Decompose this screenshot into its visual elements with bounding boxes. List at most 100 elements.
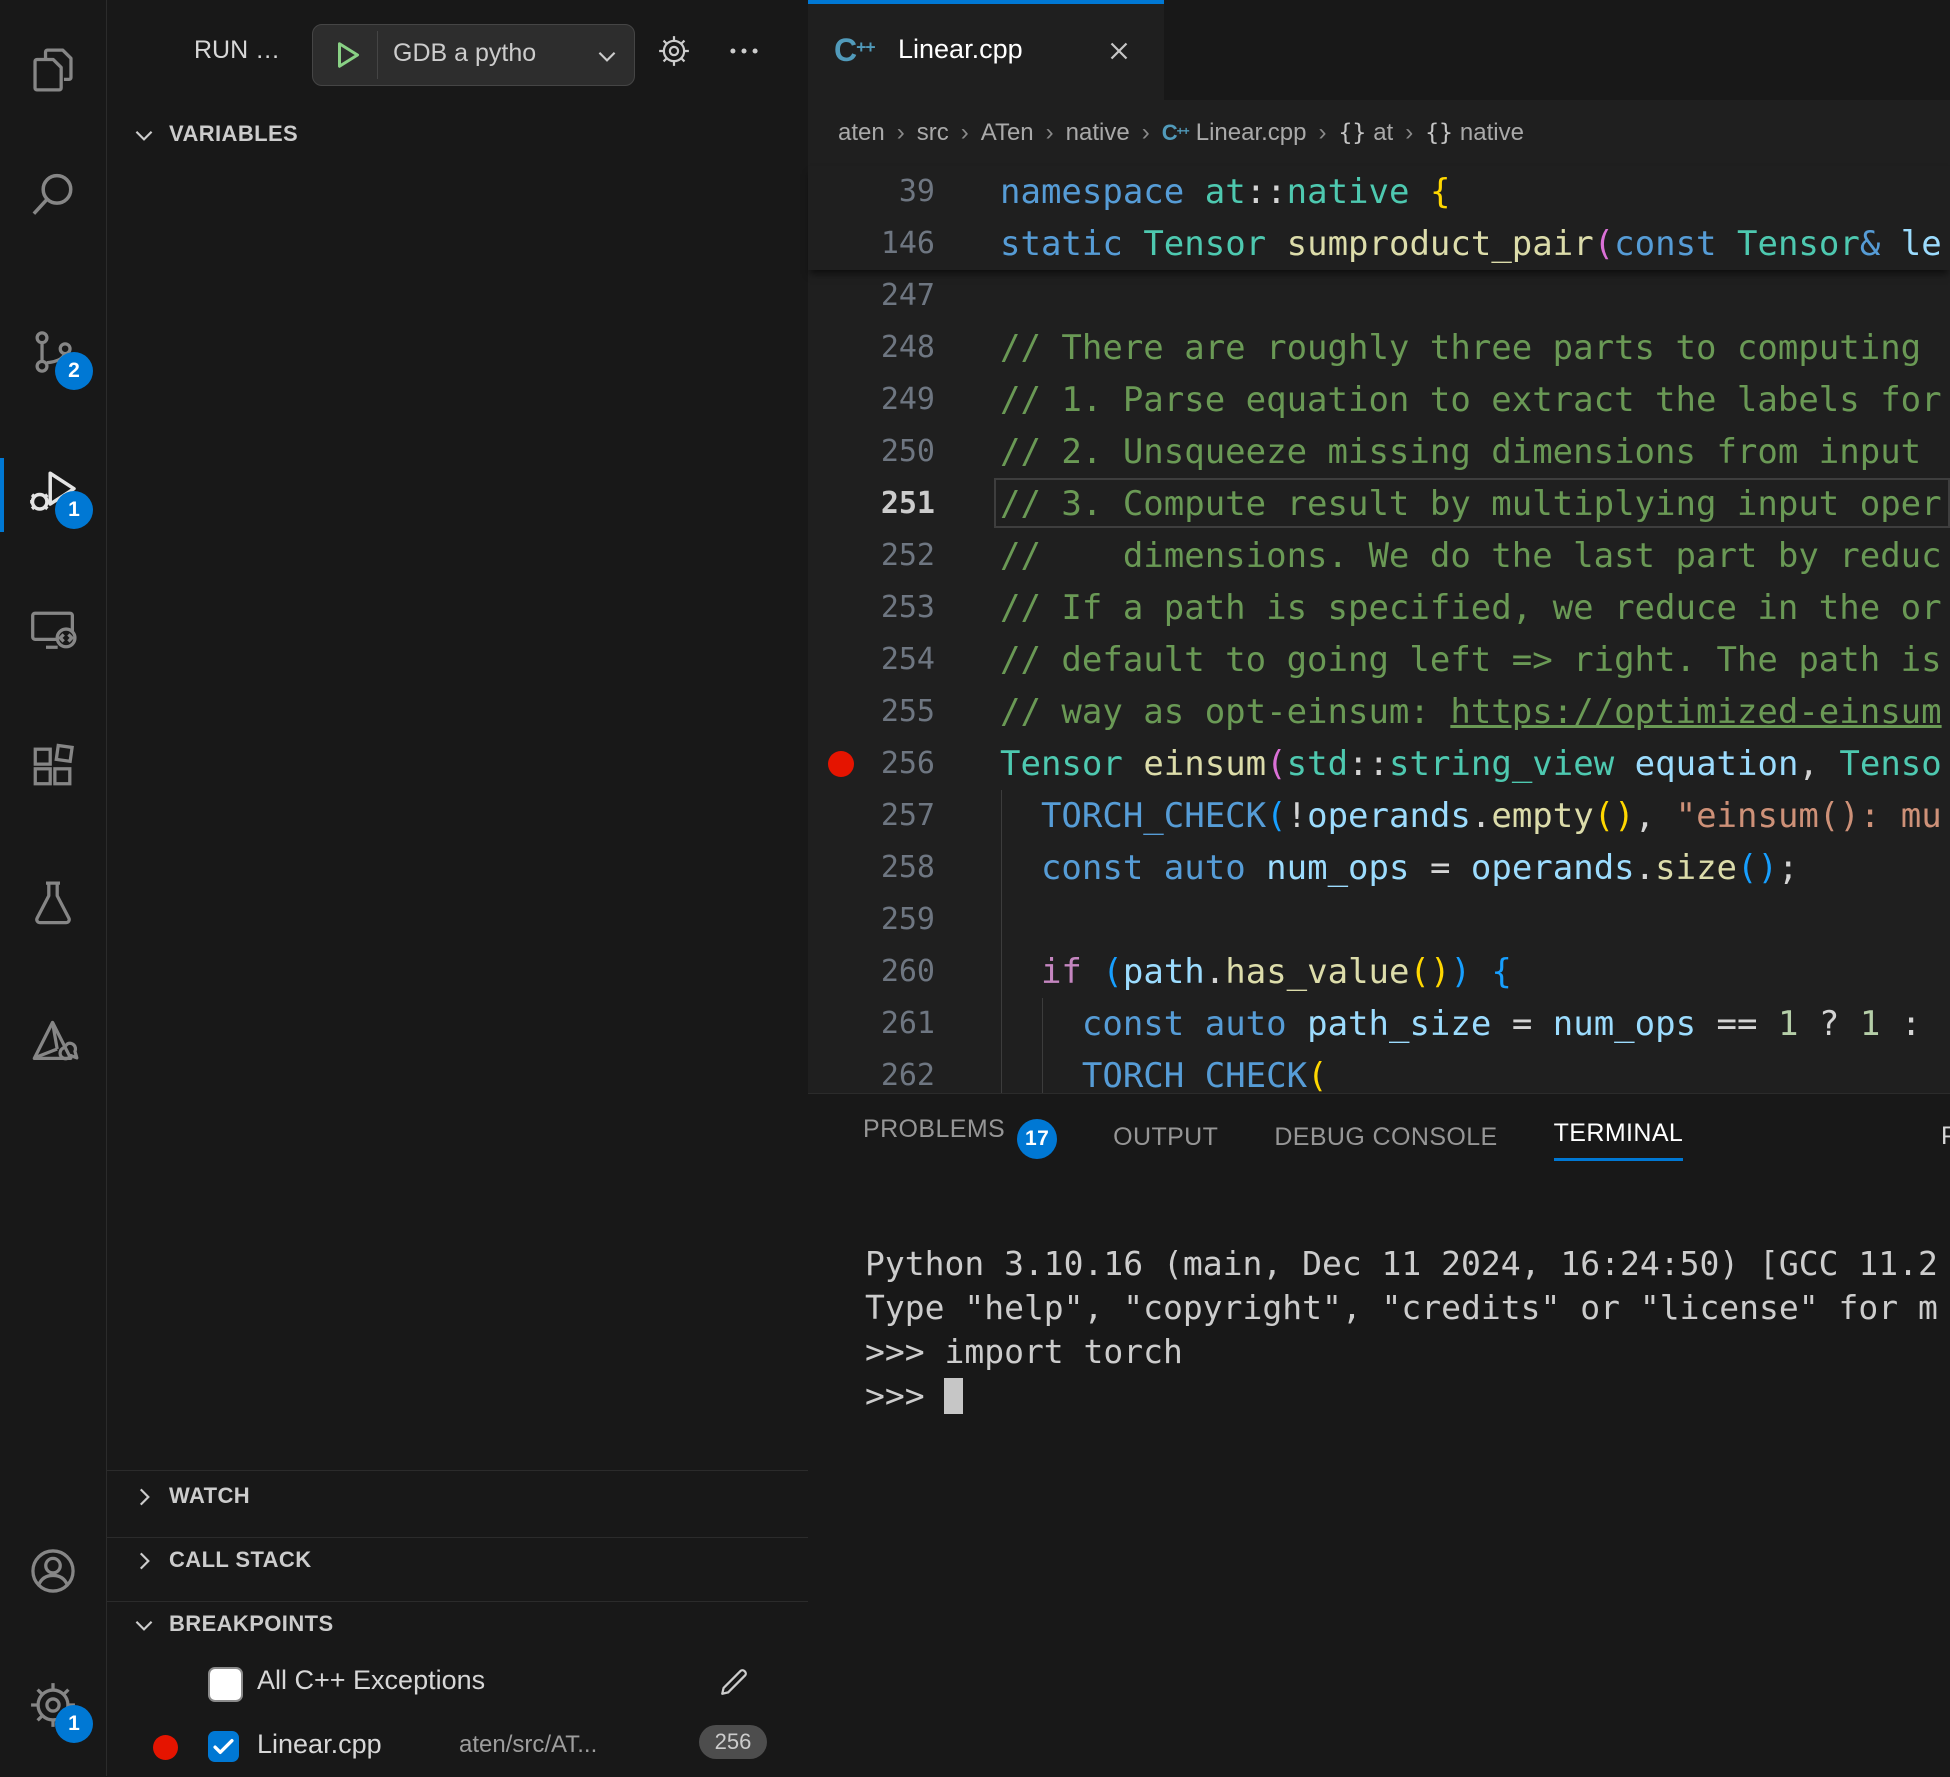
- breadcrumb-separator-icon: ›: [1142, 119, 1150, 147]
- launch-config-label: GDB a pytho: [393, 39, 591, 68]
- code-line-39[interactable]: 39namespace at::native {: [808, 166, 1950, 218]
- code-line-255[interactable]: 255 // way as opt-einsum: https://optimiz…: [808, 686, 1950, 738]
- code-line-146[interactable]: 146 static Tensor sumproduct_pair(const T…: [808, 218, 1950, 270]
- code-line-261[interactable]: 261 const auto path_size = num_ops == 1 …: [808, 998, 1950, 1050]
- editor-group: C++ Linear.cpp aten›src›ATen›native›C++L…: [808, 0, 1950, 1093]
- line-number[interactable]: 248: [808, 322, 935, 374]
- code-line-256[interactable]: 256Tensor einsum(std::string_view equati…: [808, 738, 1950, 790]
- explorer-icon: [25, 42, 81, 98]
- line-number[interactable]: 254: [808, 634, 935, 686]
- code-area[interactable]: 247248// There are roughly three parts t…: [808, 270, 1950, 1093]
- line-number[interactable]: 252: [808, 530, 935, 582]
- code-line-260[interactable]: 260 if (path.has_value()) {: [808, 946, 1950, 998]
- code-text: static Tensor sumproduct_pair(const Tens…: [1000, 218, 1942, 270]
- line-number[interactable]: 250: [808, 426, 935, 478]
- activity-source-control[interactable]: 2: [25, 324, 81, 380]
- code-line-248[interactable]: 248// There are roughly three parts to c…: [808, 322, 1950, 374]
- breadcrumb-item[interactable]: {}at: [1338, 119, 1393, 147]
- line-number[interactable]: 146: [808, 218, 935, 270]
- close-icon[interactable]: [1104, 36, 1134, 66]
- code-line-251[interactable]: 251// 3. Compute result by multiplying i…: [808, 478, 1950, 530]
- panel-tab-terminal[interactable]: TERMINAL: [1554, 1119, 1684, 1161]
- line-number[interactable]: 259: [808, 894, 935, 946]
- code-text: // 2. Unsqueeze missing dimensions from …: [1000, 426, 1942, 478]
- activity-extensions[interactable]: [25, 738, 81, 794]
- breadcrumb-item[interactable]: ATen: [981, 119, 1034, 147]
- breadcrumb-item[interactable]: aten: [838, 119, 885, 147]
- breakpoint-checkbox[interactable]: [208, 1667, 243, 1702]
- breakpoint-label: All C++ Exceptions: [257, 1665, 485, 1696]
- breadcrumb-item[interactable]: {}native: [1425, 119, 1524, 147]
- more-actions-icon[interactable]: [725, 32, 763, 70]
- breadcrumb-label: ATen: [981, 119, 1034, 147]
- line-number[interactable]: 256: [808, 738, 935, 790]
- breakpoint-row[interactable]: Linear.cppaten/src/AT...256: [107, 1719, 808, 1775]
- breadcrumb-separator-icon: ›: [961, 119, 969, 147]
- breadcrumb-separator-icon: ›: [1405, 119, 1413, 147]
- activity-explorer[interactable]: [25, 42, 81, 98]
- line-number[interactable]: 251: [808, 478, 935, 530]
- start-debug-icon[interactable]: [329, 37, 365, 73]
- activity-search[interactable]: [25, 167, 81, 223]
- chevron-down-icon: [131, 122, 157, 148]
- terminal[interactable]: Python 3.10.16 (main, Dec 11 2024, 16:24…: [865, 1242, 1938, 1418]
- launch-config-dropdown[interactable]: GDB a pytho: [312, 24, 635, 86]
- breadcrumb-item[interactable]: C++Linear.cpp: [1162, 119, 1307, 147]
- chevron-right-icon: [131, 1484, 157, 1510]
- line-number[interactable]: 260: [808, 946, 935, 998]
- section-label: CALL STACK: [169, 1547, 312, 1573]
- breadcrumb-item[interactable]: native: [1066, 119, 1130, 147]
- line-number[interactable]: 249: [808, 374, 935, 426]
- activity-testing[interactable]: [25, 875, 81, 931]
- line-number[interactable]: 261: [808, 998, 935, 1050]
- panel-tab-problems[interactable]: PROBLEMS17: [863, 1115, 1057, 1165]
- line-number[interactable]: 262: [808, 1050, 935, 1093]
- breakpoint-dot-icon: [153, 1735, 178, 1760]
- code-line-254[interactable]: 254// default to going left => right. Th…: [808, 634, 1950, 686]
- line-number[interactable]: 247: [808, 270, 935, 322]
- edit-breakpoint-icon[interactable]: [717, 1663, 753, 1699]
- code-line-253[interactable]: 253 // If a path is specified, we reduce …: [808, 582, 1950, 634]
- code-line-257[interactable]: 257 TORCH_CHECK(!operands.empty(), "eins…: [808, 790, 1950, 842]
- activity-accounts[interactable]: [25, 1543, 81, 1599]
- section-label: VARIABLES: [169, 121, 298, 147]
- breakpoint-checkbox[interactable]: [208, 1731, 239, 1762]
- panel-tab-debug-console[interactable]: DEBUG CONSOLE: [1274, 1123, 1497, 1158]
- code-text: TORCH_CHECK(: [1000, 1050, 1328, 1093]
- search-icon: [25, 167, 81, 223]
- testing-icon: [25, 875, 81, 931]
- tab-linear-cpp[interactable]: C++ Linear.cpp: [808, 0, 1164, 100]
- line-number[interactable]: 39: [808, 166, 935, 218]
- panel-tab-partial[interactable]: P: [1941, 1122, 1950, 1158]
- panel-tab-output[interactable]: OUTPUT: [1113, 1123, 1218, 1158]
- code-text: // 1. Parse equation to extract the labe…: [1000, 374, 1942, 426]
- sticky-scroll: 39namespace at::native {146 static Tensor…: [808, 166, 1950, 270]
- line-number[interactable]: 255: [808, 686, 935, 738]
- code-line-259[interactable]: 259: [808, 894, 1950, 946]
- line-number[interactable]: 253: [808, 582, 935, 634]
- code-line-252[interactable]: 252 // dimensions. We do the last part by…: [808, 530, 1950, 582]
- divider: [377, 31, 378, 79]
- activity-run-and-debug[interactable]: 1: [25, 463, 81, 519]
- indent-guide: [1001, 894, 1002, 946]
- code-line-250[interactable]: 250 // 2. Unsqueeze missing dimensions fr…: [808, 426, 1950, 478]
- code-line-247[interactable]: 247: [808, 270, 1950, 322]
- divider: [107, 1601, 808, 1602]
- code-line-258[interactable]: 258 const auto num_ops = operands.size()…: [808, 842, 1950, 894]
- code-text: // way as opt-einsum: https://optimized-…: [1000, 686, 1942, 738]
- code-text: // dimensions. We do the last part by re…: [1000, 530, 1942, 582]
- activity-cmake-tools[interactable]: [25, 1014, 81, 1070]
- code-line-249[interactable]: 249 // 1. Parse equation to extract the l…: [808, 374, 1950, 426]
- debug-settings-gear-icon[interactable]: [655, 32, 693, 70]
- breakpoint-row[interactable]: All C++ Exceptions: [107, 1655, 808, 1711]
- code-line-262[interactable]: 262 TORCH_CHECK(: [808, 1050, 1950, 1093]
- problems-count-badge: 17: [1017, 1119, 1057, 1159]
- line-number[interactable]: 257: [808, 790, 935, 842]
- activity-remote-explorer[interactable]: [25, 602, 81, 658]
- activity-manage[interactable]: 1: [25, 1677, 81, 1733]
- terminal-line: >>>: [865, 1374, 1938, 1418]
- breadcrumb-item[interactable]: src: [917, 119, 949, 147]
- line-number[interactable]: 258: [808, 842, 935, 894]
- code-text: // If a path is specified, we reduce in …: [1000, 582, 1942, 634]
- terminal-line: Type "help", "copyright", "credits" or "…: [865, 1286, 1938, 1330]
